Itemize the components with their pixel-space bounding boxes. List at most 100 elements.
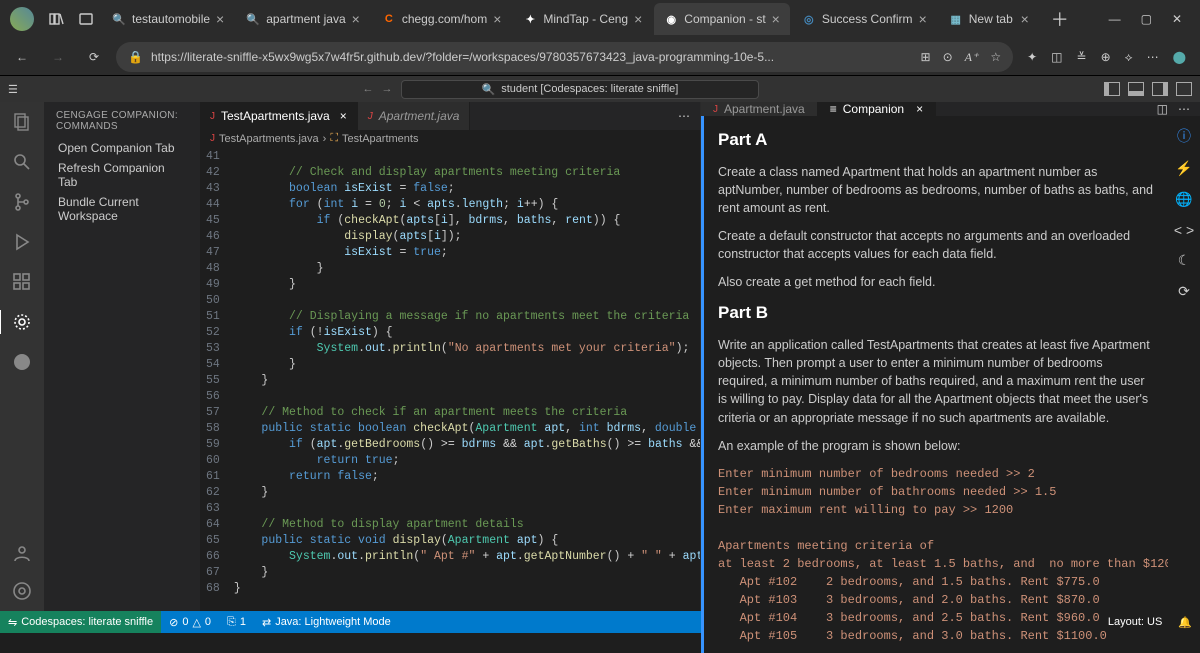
favorite-icon[interactable]: ☆	[990, 50, 1001, 65]
tab-favicon: 🔍	[112, 12, 126, 26]
code-content[interactable]: // Check and display apartments meeting …	[234, 147, 700, 611]
breadcrumb[interactable]: J TestApartments.java › ⛶ TestApartments	[200, 130, 700, 147]
part-a-p3: Also create a get method for each field.	[718, 273, 1154, 291]
tab-close-icon[interactable]: ×	[916, 102, 923, 116]
moon-icon[interactable]: ☾	[1178, 252, 1191, 269]
nav-fwd-icon[interactable]: →	[382, 83, 393, 95]
sidebar-item[interactable]: Refresh Companion Tab	[44, 158, 200, 192]
editor-tab[interactable]: JTestApartments.java×	[200, 102, 358, 130]
toolbar-icons: ✦ ◫ ≚ ⊕ ⟡ ⋯ ⬤	[1021, 50, 1192, 65]
browser-tab[interactable]: ◉Companion - st×	[654, 3, 790, 35]
sample-output: Enter minimum number of bedrooms needed …	[718, 465, 1154, 645]
ports-status[interactable]: ⎘1	[219, 611, 254, 633]
vscode-title-bar: ☰ ← → 🔍 student [Codespaces: literate sn…	[0, 76, 1200, 102]
right-more-icon[interactable]: ⋯	[1178, 102, 1190, 116]
collections-icon[interactable]	[42, 5, 70, 33]
layout-custom-icon[interactable]	[1176, 82, 1192, 96]
layout-left-icon[interactable]	[1104, 82, 1120, 96]
refresh-button[interactable]: ⟳	[80, 43, 108, 71]
right-tab[interactable]: ≡ Companion×	[818, 102, 936, 116]
editor-more-icon[interactable]: ⋯	[668, 102, 700, 130]
restore-button[interactable]: ▢	[1141, 12, 1152, 26]
extensions-icon[interactable]	[10, 270, 34, 294]
tab-close-icon[interactable]: ×	[1021, 11, 1029, 27]
globe-icon[interactable]: 🌐	[1175, 191, 1192, 208]
code-editor[interactable]: 4142434445464748495051525354555657585960…	[200, 147, 700, 611]
tab-close-icon[interactable]: ×	[493, 11, 501, 27]
editor-group-right: J Apartment.java≡ Companion× ◫ ⋯ Part A …	[700, 102, 1200, 611]
close-button[interactable]: ✕	[1172, 12, 1182, 26]
code-icon[interactable]: < >	[1174, 222, 1194, 238]
run-debug-icon[interactable]	[10, 230, 34, 254]
split-icon[interactable]: ◫	[1051, 50, 1062, 64]
performance-icon[interactable]: ⟡	[1125, 50, 1133, 65]
tab-close-icon[interactable]: ×	[352, 11, 360, 27]
nav-back-icon[interactable]: ←	[363, 83, 374, 95]
refresh-comp-icon[interactable]: ⟳	[1178, 283, 1190, 300]
companion-icon[interactable]	[0, 310, 43, 334]
part-b-p2: An example of the program is shown below…	[718, 437, 1154, 455]
browser-chrome: 🔍testautomobile×🔍apartment java×Cchegg.c…	[0, 0, 1200, 76]
rinfo-icon[interactable]: ⓘ	[1177, 126, 1191, 146]
breadcrumb-file: TestApartments.java	[219, 133, 319, 145]
profile-avatar[interactable]	[10, 7, 34, 31]
more-icon[interactable]: ⋯	[1147, 50, 1159, 64]
error-count-icon: ⊘	[169, 616, 178, 629]
address-row: ← → ⟳ 🔒 https://literate-sniffle-x5wx9wg…	[0, 38, 1200, 76]
menu-icon[interactable]: ☰	[8, 83, 18, 96]
copilot-icon[interactable]: ⬤	[1173, 50, 1186, 64]
editor-tab[interactable]: JApartment.java	[358, 102, 471, 130]
workspaces-icon[interactable]	[72, 5, 100, 33]
java-mode-status[interactable]: ⇄ Java: Lightweight Mode	[254, 611, 399, 633]
extension-icon[interactable]: ✦	[1027, 50, 1037, 64]
browser-tab[interactable]: Cchegg.com/hom×	[372, 3, 512, 35]
lightning-icon[interactable]: ⚡	[1175, 160, 1192, 177]
command-center[interactable]: 🔍 student [Codespaces: literate sniffle]	[401, 80, 760, 99]
browser-tab[interactable]: 🔍testautomobile×	[102, 3, 234, 35]
collections2-icon[interactable]: ⊕	[1101, 50, 1111, 64]
read-aloud-icon[interactable]: A⁺	[965, 50, 979, 65]
layout-bottom-icon[interactable]	[1128, 82, 1144, 96]
account-icon[interactable]	[10, 541, 34, 565]
notifications-icon[interactable]: 🔔	[1170, 616, 1200, 629]
new-tab-button[interactable]: ＋	[1051, 6, 1069, 32]
split-editor-icon[interactable]: ◫	[1157, 102, 1168, 116]
tab-favicon: 🔍	[246, 12, 260, 26]
problems-status[interactable]: ⊘0 △0	[161, 611, 219, 633]
tab-close-icon[interactable]: ×	[919, 11, 927, 27]
back-button[interactable]: ←	[8, 43, 36, 71]
browser-tab[interactable]: ◎Success Confirm×	[792, 3, 937, 35]
browser-tab[interactable]: 🔍apartment java×	[236, 3, 370, 35]
sidebar-item[interactable]: Bundle Current Workspace	[44, 192, 200, 226]
editor-group-left: JTestApartments.java×JApartment.java ⋯ J…	[200, 102, 700, 611]
github-icon[interactable]	[10, 350, 34, 374]
settings-icon[interactable]	[10, 579, 34, 603]
tab-close-icon[interactable]: ×	[634, 11, 642, 27]
minimize-button[interactable]: —	[1109, 12, 1121, 26]
favorites-icon[interactable]: ≚	[1077, 50, 1087, 64]
browser-tab[interactable]: ✦MindTap - Ceng×	[513, 3, 652, 35]
companion-icon-bar: ⓘ ⚡ 🌐 < > ☾ ⟳	[1168, 116, 1200, 653]
sync-icon[interactable]: ⊞	[921, 50, 931, 65]
activity-bar	[0, 102, 44, 611]
java-file-icon: J	[210, 111, 215, 122]
right-tab[interactable]: J Apartment.java	[701, 102, 818, 116]
class-icon: ⛶	[330, 132, 338, 145]
tab-close-icon[interactable]: ×	[216, 11, 224, 27]
explorer-icon[interactable]	[10, 110, 34, 134]
tab-close-icon[interactable]: ×	[772, 11, 780, 27]
layout-right-icon[interactable]	[1152, 82, 1168, 96]
source-control-icon[interactable]	[10, 190, 34, 214]
java-file-icon: J	[210, 133, 215, 144]
zoom-icon[interactable]: ⊙	[943, 50, 953, 65]
warning-count-icon: △	[192, 616, 200, 629]
browser-tab[interactable]: ▦New tab×	[939, 3, 1039, 35]
companion-content[interactable]: Part A Create a class named Apartment th…	[701, 116, 1168, 653]
layout-status[interactable]: Layout: US	[1100, 616, 1170, 628]
remote-indicator[interactable]: ⇋ Codespaces: literate sniffle	[0, 611, 161, 633]
forward-button[interactable]: →	[44, 43, 72, 71]
sidebar-item[interactable]: Open Companion Tab	[44, 138, 200, 158]
address-bar[interactable]: 🔒 https://literate-sniffle-x5wx9wg5x7w4f…	[116, 42, 1013, 72]
search-activity-icon[interactable]	[10, 150, 34, 174]
tab-close-icon[interactable]: ×	[340, 109, 347, 123]
